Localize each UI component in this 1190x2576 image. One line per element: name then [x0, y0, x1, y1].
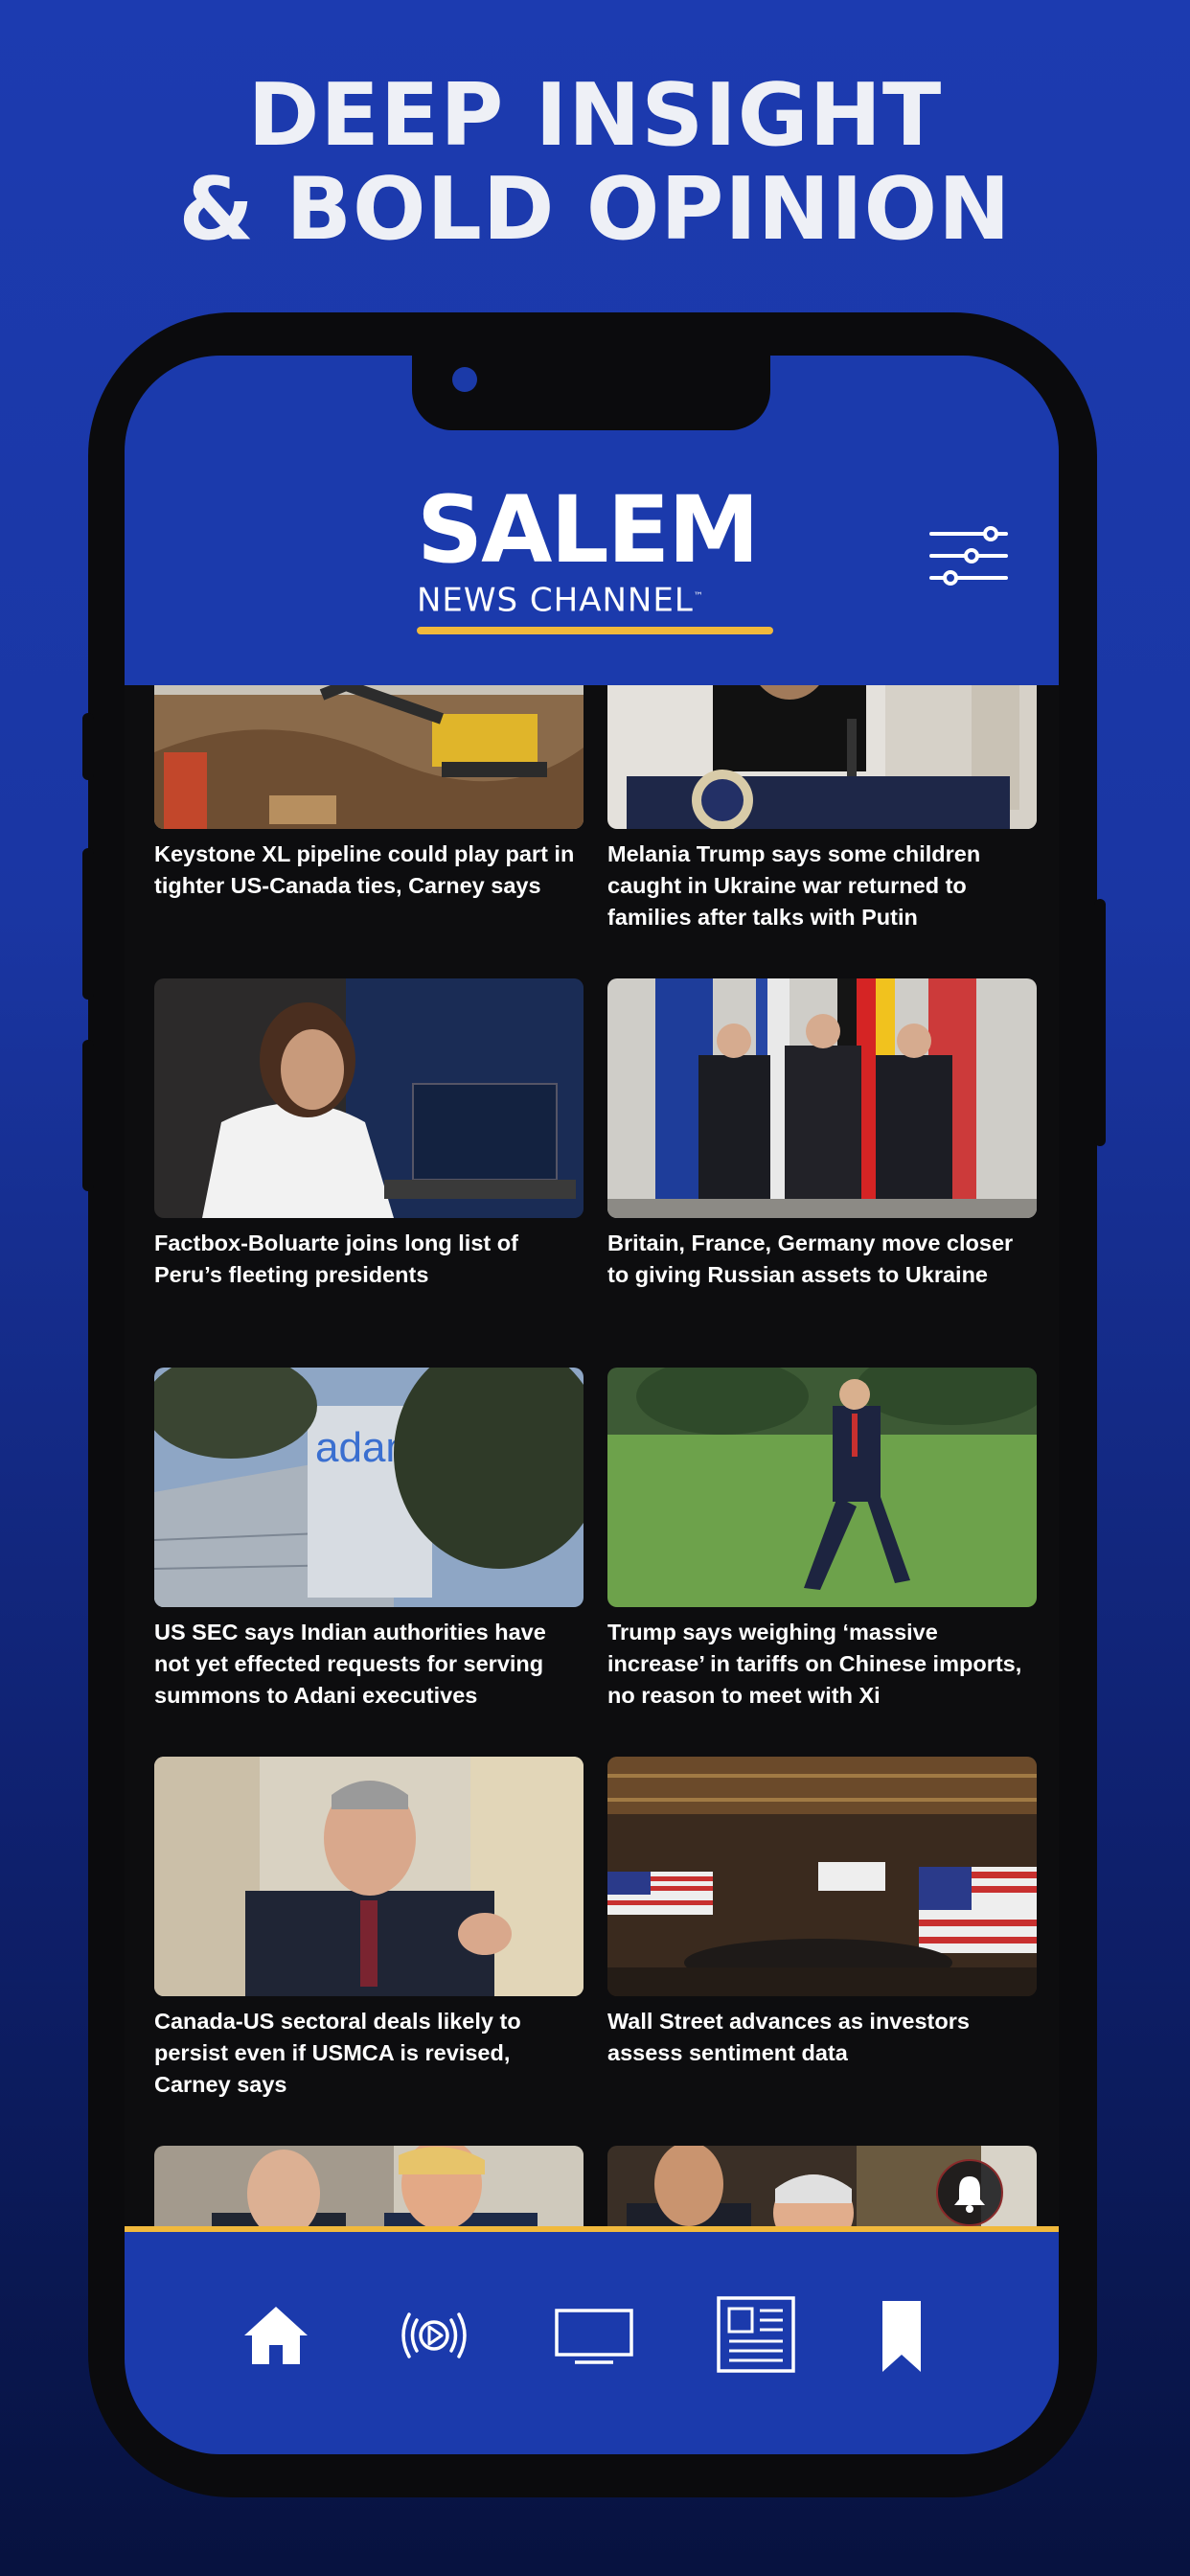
tab-live[interactable] [396, 2305, 472, 2371]
article-card[interactable]: Melania Trump says some children caught … [607, 685, 1037, 933]
article-card[interactable]: Keystone XL pipeline could play part in … [154, 685, 584, 902]
live-icon [401, 2312, 467, 2358]
tab-bookmarks[interactable] [881, 2301, 923, 2379]
headline-line-2: & BOLD OPINION [178, 159, 1012, 260]
tv-icon [555, 2309, 633, 2364]
article-card[interactable]: Trump says weighing ‘massive increase’ i… [607, 1368, 1037, 1712]
notifications-button[interactable] [936, 2159, 1003, 2226]
article-title: Factbox-Boluarte joins long list of Peru… [154, 1230, 518, 1287]
article-card[interactable]: Factbox-Boluarte joins long list of Peru… [154, 978, 584, 1291]
bell-icon [954, 2176, 985, 2213]
article-title: US SEC says Indian authorities have not … [154, 1620, 546, 1708]
camera-dot [452, 367, 477, 392]
phone-side-button [82, 713, 94, 780]
headline-line-1: DEEP INSIGHT [247, 65, 943, 166]
article-card[interactable]: Wall Street advances as investors assess… [607, 1757, 1037, 2069]
notch [412, 356, 770, 430]
logo-underline [417, 627, 773, 635]
bottom-tab-bar [125, 2226, 1059, 2454]
phone-screen: SALEM NEWS CHANNEL™ Keystone XL pipeline… [125, 356, 1059, 2454]
bookmark-icon [882, 2301, 921, 2372]
phone-volume-down [82, 1040, 94, 1191]
thumb-excavator-construction [154, 685, 584, 829]
tab-tv[interactable] [554, 2305, 634, 2371]
article-title: Keystone XL pipeline could play part in … [154, 841, 575, 898]
thumb-podium-speaker [607, 685, 1037, 829]
news-icon [717, 2296, 795, 2373]
logo-main-text: SALEM [417, 476, 760, 584]
home-icon [244, 2307, 308, 2364]
thumb-stock-exchange-floor [607, 1757, 1037, 1996]
thumb-man-gesturing [154, 1757, 584, 1996]
logo-sub-label: NEWS CHANNEL [417, 581, 694, 620]
tab-news[interactable] [716, 2296, 796, 2379]
sliders-icon [929, 526, 1008, 586]
article-card[interactable]: Canada-US sectoral deals likely to persi… [154, 1757, 584, 2101]
article-title: Melania Trump says some children caught … [607, 841, 981, 930]
thumb-leaders-handshake [154, 2146, 584, 2226]
thumb-man-walking-lawn [607, 1368, 1037, 1607]
article-card[interactable] [154, 2146, 584, 2226]
thumb-woman-speaking [154, 978, 584, 1218]
logo-trademark: ™ [693, 591, 704, 602]
article-title: Britain, France, Germany move closer to … [607, 1230, 1014, 1287]
thumb-adani-building: adani [154, 1368, 584, 1607]
logo-sub-text: NEWS CHANNEL™ [417, 578, 781, 619]
thumb-three-leaders-flags [607, 978, 1037, 1218]
tab-home[interactable] [242, 2305, 309, 2371]
phone-volume-up [82, 848, 94, 1000]
article-card[interactable]: Britain, France, Germany move closer to … [607, 978, 1037, 1291]
article-card[interactable]: adani US SEC says Indian authorities hav… [154, 1368, 584, 1712]
article-title: Canada-US sectoral deals likely to persi… [154, 2009, 521, 2097]
article-title: Wall Street advances as investors assess… [607, 2009, 970, 2065]
article-title: Trump says weighing ‘massive increase’ i… [607, 1620, 1022, 1708]
phone-power-button [1094, 899, 1106, 1146]
promo-headline: DEEP INSIGHT & BOLD OPINION [0, 69, 1190, 257]
news-feed[interactable]: Keystone XL pipeline could play part in … [125, 685, 1059, 2226]
salem-logo[interactable]: SALEM NEWS CHANNEL™ [417, 476, 781, 635]
filter-settings-button[interactable] [929, 526, 1008, 586]
